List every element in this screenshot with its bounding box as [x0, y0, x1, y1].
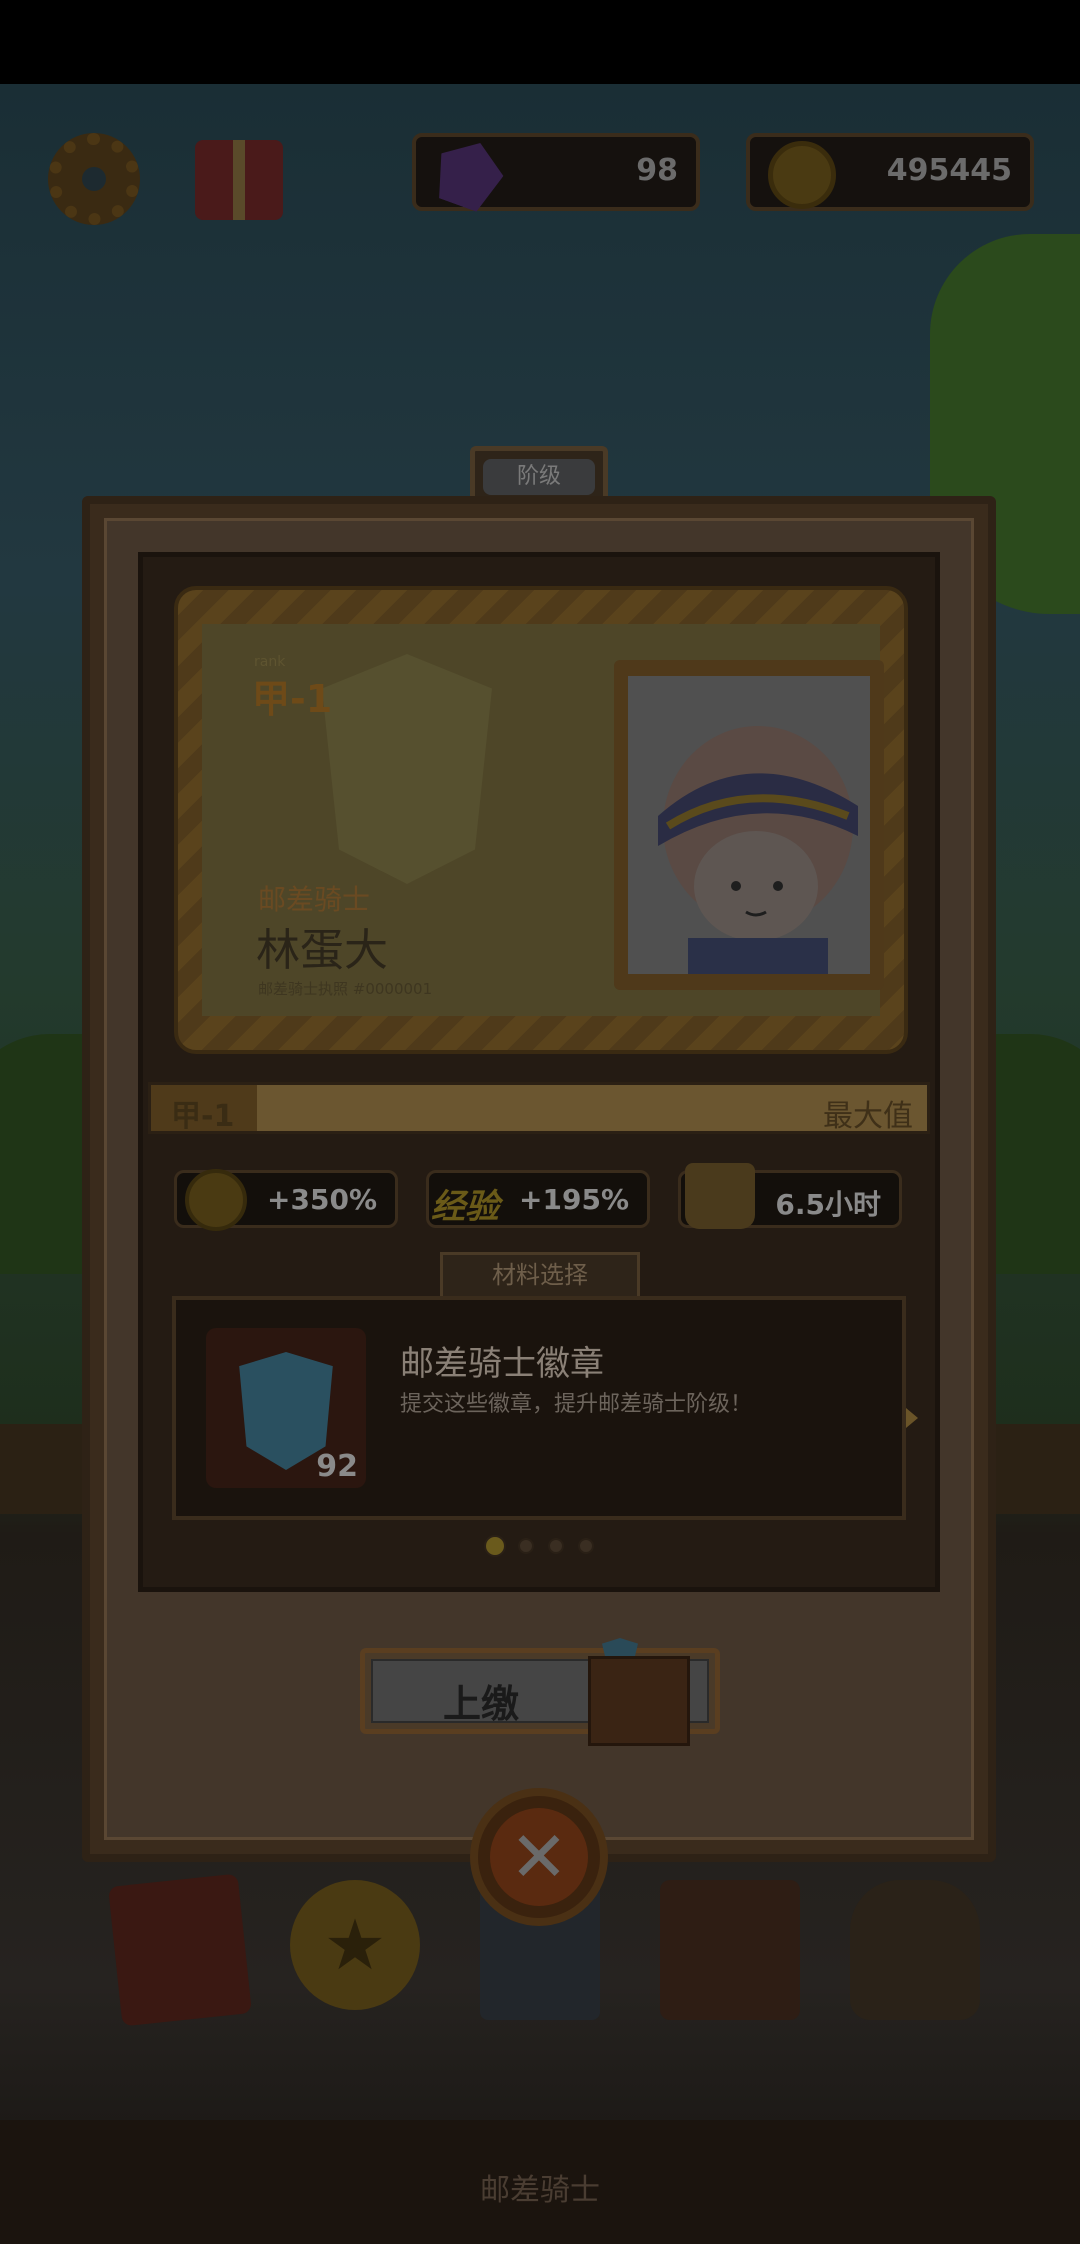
money-sack-icon[interactable]	[850, 1880, 980, 2020]
close-icon: ✕	[490, 1808, 588, 1906]
level-progress-fill	[151, 1085, 927, 1131]
material-title: 邮差骑士徽章	[400, 1344, 604, 1384]
coin-count: 495445	[886, 153, 1012, 188]
exp-label: 经验	[431, 1187, 499, 1227]
submit-box-icon	[580, 1620, 690, 1746]
stat-delivery-time: 6.5小时	[678, 1163, 902, 1229]
stat-value: +195%	[519, 1183, 629, 1216]
basket-icon	[685, 1163, 755, 1229]
stat-value: 6.5小时	[775, 1188, 881, 1221]
page-dot[interactable]	[518, 1538, 534, 1554]
settings-gear-icon[interactable]	[48, 133, 140, 225]
material-card[interactable]: 92 邮差骑士徽章 提交这些徽章，提升邮差骑士阶级！	[172, 1296, 906, 1520]
stat-value: +350%	[267, 1183, 377, 1216]
material-tab: 材料选择	[440, 1252, 640, 1298]
page-dot[interactable]	[548, 1538, 564, 1554]
card-role: 邮差骑士	[258, 883, 371, 916]
shield-emblem-icon	[322, 654, 492, 884]
submit-label: 上缴	[443, 1682, 520, 1726]
coin-icon	[768, 141, 836, 209]
bag-icon[interactable]	[660, 1880, 800, 2020]
coin-counter: 495445	[746, 133, 1034, 211]
material-description: 提交这些徽章，提升邮差骑士阶级！	[400, 1392, 753, 1417]
close-button[interactable]: ✕	[470, 1788, 608, 1926]
level-max-label: 最大值	[823, 1099, 913, 1134]
gem-count: 98	[636, 153, 678, 188]
card-license-number: 邮差骑士执照 #0000001	[258, 980, 433, 998]
stat-coin-bonus: +350%	[174, 1169, 398, 1231]
character-avatar-icon	[628, 676, 870, 974]
page-dot[interactable]	[484, 1535, 506, 1557]
material-count: 92	[316, 1449, 358, 1484]
gift-icon[interactable]	[195, 140, 283, 220]
material-icon-box: 92	[206, 1328, 366, 1488]
stat-exp-bonus: 经验 +195%	[426, 1170, 650, 1228]
next-arrow-icon[interactable]	[906, 1408, 918, 1428]
card-inner: rank 甲-1 邮差骑士 林蛋大 邮差骑士执照 #0000001	[202, 624, 884, 1016]
screen: 98 495445 ★ 邮差骑士 阶级 rank 甲-1 邮差骑士 林蛋大 邮差…	[0, 0, 1080, 2244]
bottom-title: 邮差骑士	[480, 2173, 600, 2208]
gem-counter: 98	[412, 133, 700, 211]
modal-tab-title: 阶级	[483, 459, 595, 495]
level-progress-bar: 甲-1 最大值	[148, 1082, 930, 1134]
level-rank: 甲-1	[171, 1099, 235, 1134]
gem-icon	[427, 132, 512, 217]
coin-icon	[185, 1169, 247, 1231]
status-bar	[0, 0, 1080, 84]
modal-tab: 阶级	[470, 446, 608, 502]
book-icon[interactable]	[108, 1873, 252, 2027]
license-card: rank 甲-1 邮差骑士 林蛋大 邮差骑士执照 #0000001	[174, 586, 908, 1054]
character-portrait	[628, 676, 870, 974]
wooden-box	[588, 1656, 690, 1746]
portrait-stamp	[614, 660, 884, 990]
card-rank: 甲-1	[252, 677, 333, 721]
page-dot[interactable]	[578, 1538, 594, 1554]
star-coin-icon[interactable]: ★	[290, 1880, 420, 2010]
card-name: 林蛋大	[256, 925, 388, 976]
